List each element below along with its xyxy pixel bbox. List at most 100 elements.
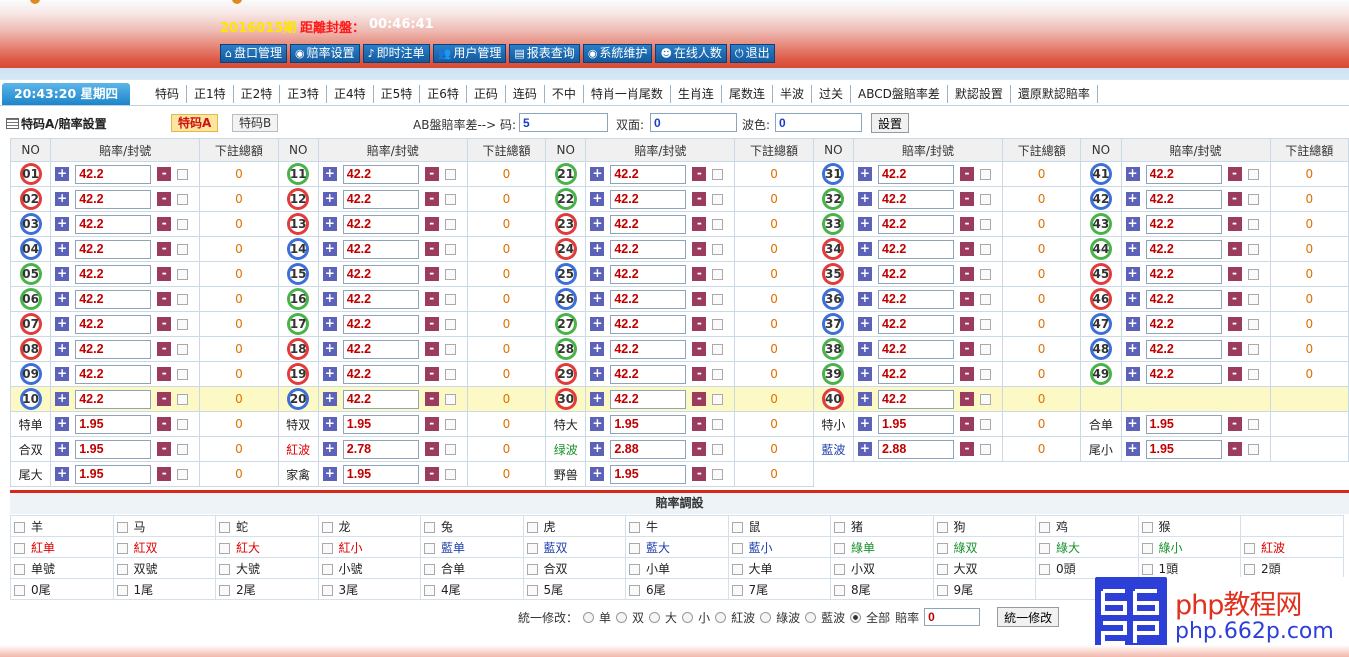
lock-checkbox[interactable] <box>177 343 189 355</box>
odds-input[interactable] <box>75 364 152 384</box>
increase-odds-button[interactable]: + <box>322 392 337 406</box>
decrease-odds-button[interactable]: - <box>1227 242 1242 256</box>
decrease-odds-button[interactable]: - <box>1227 442 1242 456</box>
lock-checkbox[interactable] <box>979 218 991 230</box>
increase-odds-button[interactable]: + <box>55 467 70 481</box>
odds-input[interactable] <box>1145 339 1222 359</box>
lock-checkbox[interactable] <box>1247 243 1259 255</box>
adjust-checkbox[interactable] <box>219 521 230 533</box>
decrease-odds-button[interactable]: - <box>959 167 974 181</box>
odds-input[interactable] <box>75 239 152 259</box>
tab-1[interactable]: 正1特 <box>187 85 234 103</box>
odds-input[interactable] <box>342 189 419 209</box>
lock-checkbox[interactable] <box>444 243 456 255</box>
increase-odds-button[interactable]: + <box>590 442 605 456</box>
increase-odds-button[interactable]: + <box>322 367 337 381</box>
increase-odds-button[interactable]: + <box>322 167 337 181</box>
increase-odds-button[interactable]: + <box>55 167 70 181</box>
increase-odds-button[interactable]: + <box>322 342 337 356</box>
decrease-odds-button[interactable]: - <box>1227 317 1242 331</box>
odds-input[interactable] <box>1145 439 1222 459</box>
decrease-odds-button[interactable]: - <box>959 217 974 231</box>
tab-4[interactable]: 正4特 <box>327 85 374 103</box>
tema-b-button[interactable]: 特码B <box>232 114 279 132</box>
lock-checkbox[interactable] <box>979 268 991 280</box>
increase-odds-button[interactable]: + <box>1125 192 1140 206</box>
tab-9[interactable]: 不中 <box>545 85 584 103</box>
increase-odds-button[interactable]: + <box>1125 417 1140 431</box>
decrease-odds-button[interactable]: - <box>157 442 172 456</box>
lock-checkbox[interactable] <box>979 368 991 380</box>
odds-input[interactable] <box>610 339 687 359</box>
odds-input[interactable] <box>75 264 152 284</box>
increase-odds-button[interactable]: + <box>1125 317 1140 331</box>
odds-input[interactable] <box>75 339 152 359</box>
decrease-odds-button[interactable]: - <box>424 442 439 456</box>
decrease-odds-button[interactable]: - <box>424 367 439 381</box>
lock-checkbox[interactable] <box>444 368 456 380</box>
odds-input[interactable] <box>75 389 152 409</box>
odds-input[interactable] <box>342 389 419 409</box>
decrease-odds-button[interactable]: - <box>692 417 707 431</box>
increase-odds-button[interactable]: + <box>590 367 605 381</box>
increase-odds-button[interactable]: + <box>55 242 70 256</box>
tema-a-button[interactable]: 特码A <box>171 114 219 132</box>
lock-checkbox[interactable] <box>1247 418 1259 430</box>
adjust-checkbox[interactable] <box>629 521 640 533</box>
lock-checkbox[interactable] <box>177 268 189 280</box>
adjust-checkbox[interactable] <box>1244 542 1255 554</box>
decrease-odds-button[interactable]: - <box>692 217 707 231</box>
adjust-checkbox[interactable] <box>424 521 435 533</box>
lock-checkbox[interactable] <box>444 468 456 480</box>
ab-diff-input[interactable] <box>519 113 608 132</box>
adjust-checkbox[interactable] <box>219 542 230 554</box>
increase-odds-button[interactable]: + <box>590 192 605 206</box>
unify-radio[interactable] <box>583 611 595 623</box>
tab-2[interactable]: 正2特 <box>234 85 281 103</box>
increase-odds-button[interactable]: + <box>55 442 70 456</box>
odds-input[interactable] <box>342 264 419 284</box>
lock-checkbox[interactable] <box>177 318 189 330</box>
odds-input[interactable] <box>877 164 954 184</box>
decrease-odds-button[interactable]: - <box>424 167 439 181</box>
increase-odds-button[interactable]: + <box>322 192 337 206</box>
odds-input[interactable] <box>342 464 419 484</box>
nav-button-6[interactable]: ☻ 在线人数 <box>655 44 727 63</box>
increase-odds-button[interactable]: + <box>322 267 337 281</box>
increase-odds-button[interactable]: + <box>55 192 70 206</box>
adjust-checkbox[interactable] <box>629 584 640 596</box>
decrease-odds-button[interactable]: - <box>959 367 974 381</box>
increase-odds-button[interactable]: + <box>322 217 337 231</box>
lock-checkbox[interactable] <box>979 418 991 430</box>
tab-12[interactable]: 尾数连 <box>722 85 773 103</box>
increase-odds-button[interactable]: + <box>55 217 70 231</box>
lock-checkbox[interactable] <box>177 468 189 480</box>
increase-odds-button[interactable]: + <box>590 292 605 306</box>
adjust-checkbox[interactable] <box>936 521 948 533</box>
unify-radio[interactable] <box>805 611 817 623</box>
odds-input[interactable] <box>1145 239 1222 259</box>
lock-checkbox[interactable] <box>979 293 991 305</box>
adjust-checkbox[interactable] <box>219 584 230 596</box>
double-side-input[interactable] <box>650 113 737 132</box>
adjust-checkbox[interactable] <box>731 521 743 533</box>
lock-checkbox[interactable] <box>712 293 724 305</box>
adjust-checkbox[interactable] <box>731 542 743 554</box>
lock-checkbox[interactable] <box>177 243 189 255</box>
lock-checkbox[interactable] <box>444 193 456 205</box>
increase-odds-button[interactable]: + <box>55 342 70 356</box>
odds-input[interactable] <box>342 364 419 384</box>
adjust-checkbox[interactable] <box>834 521 845 533</box>
lock-checkbox[interactable] <box>177 418 189 430</box>
adjust-checkbox[interactable] <box>424 563 435 575</box>
unify-radio[interactable] <box>715 611 727 623</box>
adjust-checkbox[interactable] <box>116 584 128 596</box>
lock-checkbox[interactable] <box>1247 168 1259 180</box>
adjust-checkbox[interactable] <box>526 584 538 596</box>
lock-checkbox[interactable] <box>712 443 724 455</box>
decrease-odds-button[interactable]: - <box>1227 367 1242 381</box>
lock-checkbox[interactable] <box>444 293 456 305</box>
decrease-odds-button[interactable]: - <box>692 342 707 356</box>
adjust-checkbox[interactable] <box>834 563 845 575</box>
lock-checkbox[interactable] <box>1247 368 1259 380</box>
